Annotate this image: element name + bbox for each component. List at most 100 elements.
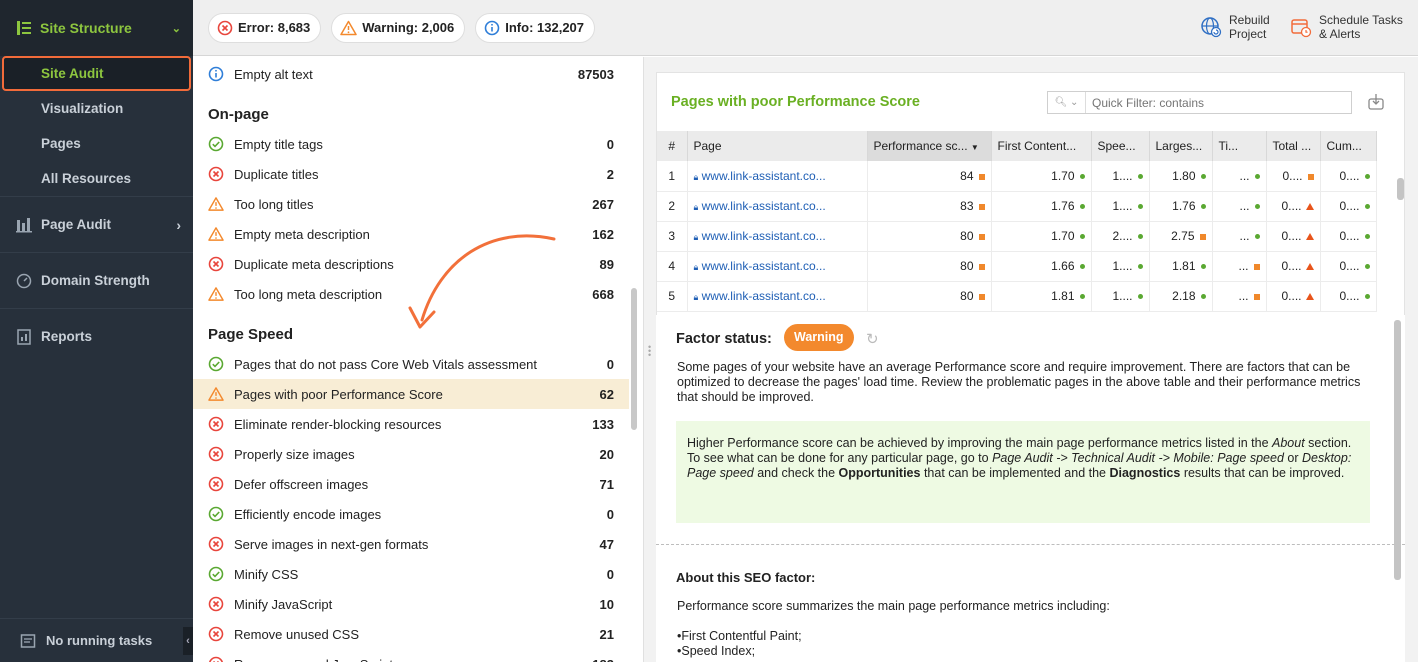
table-row[interactable]: 5 🔒︎ www.link-assistant.co... 80 1.81 1.... 2… <box>657 281 1377 312</box>
metric-value: ... <box>1238 259 1249 273</box>
table-row[interactable]: 4 🔒︎ www.link-assistant.co... 80 1.66 1.... 1… <box>657 251 1377 282</box>
column-header[interactable]: First Content... <box>991 131 1092 161</box>
about-title: About this SEO factor: <box>676 570 816 585</box>
error-circle-icon <box>208 476 224 492</box>
issue-row[interactable]: Duplicate titles 2 <box>193 159 629 189</box>
issue-count: 62 <box>599 386 614 402</box>
column-header-label: Ti... <box>1218 139 1239 153</box>
issue-count: 0 <box>606 506 614 522</box>
rebuild-project-button[interactable]: Rebuild Project <box>1200 13 1270 41</box>
issue-row[interactable]: Properly size images 20 <box>193 439 629 469</box>
page-cell[interactable]: 🔒︎ www.link-assistant.co... <box>687 281 868 312</box>
column-header[interactable]: Cum... <box>1320 131 1377 161</box>
issue-row[interactable]: Minify JavaScript 10 <box>193 589 629 619</box>
tip-text: or <box>1283 451 1302 465</box>
issue-row[interactable]: Eliminate render-blocking resources 133 <box>193 409 629 439</box>
about-text: Performance score summarizes the main pa… <box>677 599 1110 613</box>
issue-row[interactable]: Remove unused JavaScript 183 <box>193 649 629 662</box>
column-header-label: Total ... <box>1272 139 1312 153</box>
page-cell[interactable]: 🔒︎ www.link-assistant.co... <box>687 221 868 252</box>
page-link[interactable]: www.link-assistant.co... <box>702 199 826 213</box>
page-cell[interactable]: 🔒︎ www.link-assistant.co... <box>687 191 868 222</box>
issue-row[interactable]: Efficiently encode images 0 <box>193 499 629 529</box>
issue-row[interactable]: Empty meta description 162 <box>193 219 629 249</box>
metric-cell: 0.... <box>1320 251 1377 282</box>
search-dropdown-button[interactable]: 🔍︎ ⌄ <box>1048 92 1086 113</box>
average-indicator-icon <box>978 173 985 180</box>
issue-count: 162 <box>592 226 614 242</box>
average-indicator-icon <box>978 263 985 270</box>
issue-count: 21 <box>599 626 614 642</box>
metric-value: 2.18 <box>1172 289 1196 303</box>
column-header-label: Page <box>693 139 722 153</box>
drag-handle-icon: • • • <box>648 342 652 360</box>
metric-value: ... <box>1239 229 1250 243</box>
factor-details: Factor status: Warning ↻ Some pages of y… <box>656 315 1405 662</box>
page-link[interactable]: www.link-assistant.co... <box>702 229 826 243</box>
issue-row[interactable]: Remove unused CSS 21 <box>193 619 629 649</box>
row-number: 4 <box>657 251 688 282</box>
metric-cell: ... <box>1212 281 1267 312</box>
table-row[interactable]: 3 🔒︎ www.link-assistant.co... 80 1.70 2.... 2… <box>657 221 1377 252</box>
error-circle-icon <box>208 256 224 272</box>
column-header[interactable]: # <box>657 131 688 161</box>
column-header[interactable]: Larges... <box>1149 131 1213 161</box>
issue-row[interactable]: Minify CSS 0 <box>193 559 629 589</box>
schedule-tasks-button[interactable]: Schedule Tasks & Alerts <box>1290 13 1403 41</box>
page-cell[interactable]: 🔒︎ www.link-assistant.co... <box>687 161 868 192</box>
issue-row[interactable]: Serve images in next-gen formats 47 <box>193 529 629 559</box>
issue-row[interactable]: Pages with poor Performance Score 62 <box>193 379 629 409</box>
issue-label: Duplicate titles <box>234 166 319 182</box>
quick-filter-input[interactable] <box>1086 95 1336 110</box>
column-header[interactable]: Spee... <box>1091 131 1150 161</box>
details-scrollbar[interactable] <box>1394 320 1401 580</box>
sidebar-item-page-audit[interactable]: Page Audit › <box>0 196 193 252</box>
table-row[interactable]: 1 🔒︎ www.link-assistant.co... 84 1.70 1.... 1… <box>657 161 1377 192</box>
info-filter-pill[interactable]: Info: 132,207 <box>475 12 596 43</box>
issue-count: 20 <box>599 446 614 462</box>
average-indicator-icon <box>978 293 985 300</box>
site-structure-header[interactable]: Site Structure ⌄ <box>0 0 193 56</box>
warning-filter-pill[interactable]: Warning: 2,006 <box>331 12 466 43</box>
factor-status-label: Factor status: <box>676 331 772 347</box>
column-header[interactable]: Page <box>687 131 868 161</box>
collapse-sidebar-button[interactable]: ‹ <box>183 627 193 655</box>
sidebar-item-all-resources[interactable]: All Resources <box>0 161 193 196</box>
metric-cell: 0.... <box>1266 281 1321 312</box>
issue-row[interactable]: Defer offscreen images 71 <box>193 469 629 499</box>
sidebar-item-domain-strength[interactable]: Domain Strength <box>0 252 193 308</box>
table-row[interactable]: 2 🔒︎ www.link-assistant.co... 83 1.76 1.... 1… <box>657 191 1377 222</box>
metric-value: 2.... <box>1112 229 1133 243</box>
page-link[interactable]: www.link-assistant.co... <box>702 169 826 183</box>
issues-list-scrollbar[interactable] <box>631 288 637 430</box>
report-icon <box>16 328 32 345</box>
refresh-icon[interactable]: ↻ <box>866 330 879 348</box>
page-link[interactable]: www.link-assistant.co... <box>702 289 826 303</box>
issue-row[interactable]: Empty alt text 87503 <box>193 59 629 89</box>
sidebar-item-pages[interactable]: Pages <box>0 126 193 161</box>
page-link[interactable]: www.link-assistant.co... <box>702 259 826 273</box>
issue-row[interactable]: Empty title tags 0 <box>193 129 629 159</box>
vertical-splitter[interactable]: • • • <box>643 57 655 662</box>
issue-label: Properly size images <box>234 446 355 462</box>
good-indicator-icon <box>1079 174 1085 180</box>
table-scrollbar[interactable] <box>1397 178 1404 200</box>
good-indicator-icon <box>1079 234 1085 240</box>
issue-row[interactable]: Too long titles 267 <box>193 189 629 219</box>
issue-row[interactable]: Pages that do not pass Core Web Vitals a… <box>193 349 629 379</box>
metric-cell: 1.81 <box>991 281 1092 312</box>
column-header[interactable]: Total ... <box>1266 131 1321 161</box>
export-button[interactable] <box>1367 93 1385 114</box>
sidebar-item-visualization[interactable]: Visualization <box>0 91 193 126</box>
issue-row[interactable]: Duplicate meta descriptions 89 <box>193 249 629 279</box>
chevron-down-icon: ⌄ <box>171 22 181 35</box>
column-header[interactable]: Ti... <box>1212 131 1267 161</box>
column-header[interactable]: Performance sc... ▼ <box>867 131 992 161</box>
poor-indicator-icon <box>1305 263 1314 271</box>
error-filter-pill[interactable]: Error: 8,683 <box>208 12 322 43</box>
sidebar-item-reports[interactable]: Reports <box>0 308 193 364</box>
good-indicator-icon <box>1200 174 1206 180</box>
issue-row[interactable]: Too long meta description 668 <box>193 279 629 309</box>
sidebar-item-site-audit[interactable]: Site Audit <box>2 56 191 91</box>
page-cell[interactable]: 🔒︎ www.link-assistant.co... <box>687 251 868 282</box>
